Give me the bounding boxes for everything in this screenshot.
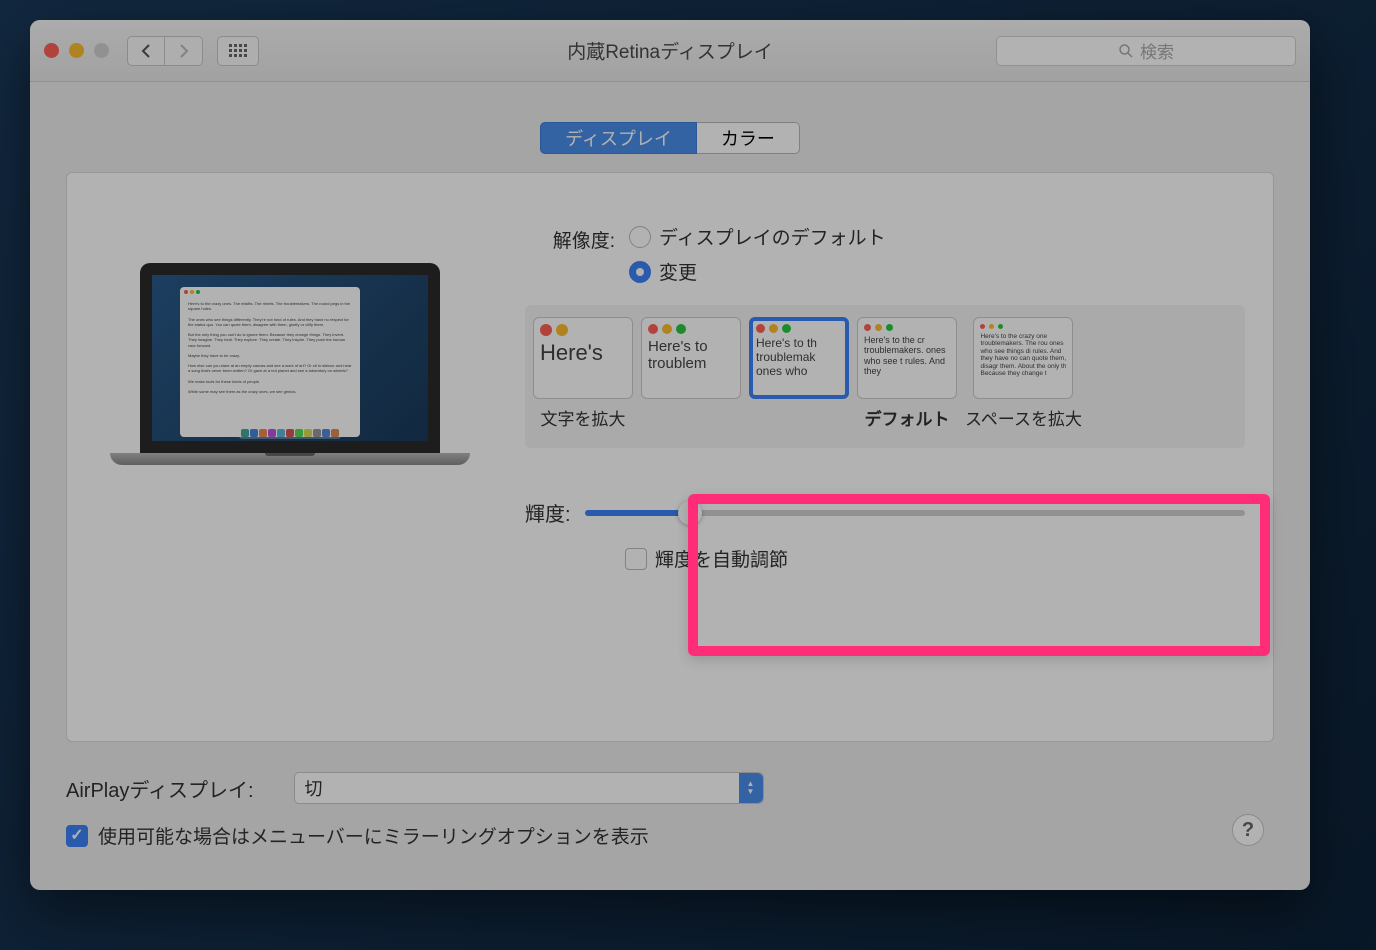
airplay-value: 切 <box>305 775 323 801</box>
minimize-button[interactable] <box>69 43 84 58</box>
airplay-select[interactable]: 切 ▲▼ <box>294 772 764 804</box>
radio-label: ディスプレイのデフォルト <box>659 223 886 250</box>
brightness-slider[interactable] <box>585 510 1245 516</box>
radio-scaled-resolution[interactable]: 変更 <box>629 258 1245 285</box>
chevron-left-icon <box>140 44 152 58</box>
slider-fill <box>585 510 691 516</box>
display-panel: Here's to the crazy ones. The misfits. T… <box>66 172 1274 742</box>
brightness-label: 輝度: <box>525 498 571 527</box>
tab-color[interactable]: カラー <box>697 122 800 154</box>
tab-bar: ディスプレイ カラー <box>66 122 1274 154</box>
radio-default-resolution[interactable]: ディスプレイのデフォルト <box>629 223 1245 250</box>
preferences-window: 内蔵Retinaディスプレイ 検索 ディスプレイ カラー Here's to t… <box>30 20 1310 890</box>
chevron-right-icon <box>178 44 190 58</box>
window-title: 内蔵Retinaディスプレイ <box>567 37 773 64</box>
airplay-label: AirPlayディスプレイ: <box>66 774 254 803</box>
tab-display[interactable]: ディスプレイ <box>540 122 697 154</box>
radio-label: 変更 <box>659 258 697 285</box>
slider-thumb[interactable] <box>678 501 702 525</box>
forward-button[interactable] <box>165 36 203 66</box>
mirroring-label: 使用可能な場合はメニューバーにミラーリングオプションを表示 <box>98 822 649 849</box>
select-arrows-icon: ▲▼ <box>739 773 763 803</box>
resolution-option-default[interactable]: Here's to the cr troublemakers. ones who… <box>857 317 957 430</box>
back-button[interactable] <box>127 36 165 66</box>
resolution-label: 解像度: <box>525 223 615 253</box>
resolution-option-3[interactable]: Here's to th troublemak ones who <box>749 317 849 405</box>
radio-button <box>629 226 651 248</box>
help-button[interactable]: ? <box>1232 814 1264 846</box>
mirroring-row[interactable]: 使用可能な場合はメニューバーにミラーリングオプションを表示 <box>66 822 1274 849</box>
resolution-option-larger-text[interactable]: Here's 文字を拡大 <box>533 317 633 430</box>
airplay-row: AirPlayディスプレイ: 切 ▲▼ <box>66 772 1274 804</box>
search-icon <box>1118 43 1134 59</box>
nav-buttons <box>127 36 203 66</box>
settings-column: 解像度: ディスプレイのデフォルト 変更 <box>525 223 1245 711</box>
laptop-illustration: Here's to the crazy ones. The misfits. T… <box>110 263 470 465</box>
resolution-option-more-space[interactable]: Here's to the crazy one troublemakers. T… <box>965 317 1082 430</box>
auto-brightness-row[interactable]: 輝度を自動調節 <box>625 545 1245 572</box>
titlebar: 内蔵Retinaディスプレイ 検索 <box>30 20 1310 82</box>
search-input[interactable]: 検索 <box>996 36 1296 66</box>
auto-brightness-checkbox[interactable] <box>625 548 647 570</box>
maximize-button[interactable] <box>94 43 109 58</box>
content-area: ディスプレイ カラー Here's to the crazy ones. The… <box>30 82 1310 869</box>
brightness-row: 輝度: <box>525 498 1245 527</box>
resolution-option-2[interactable]: Here's to troublem <box>641 317 741 405</box>
radio-button <box>629 261 651 283</box>
resolution-row: 解像度: ディスプレイのデフォルト 変更 <box>525 223 1245 293</box>
grid-icon <box>229 44 247 57</box>
close-button[interactable] <box>44 43 59 58</box>
resolution-options: Here's 文字を拡大 Here's to troublem <box>525 305 1245 448</box>
window-controls <box>44 43 109 58</box>
search-placeholder: 検索 <box>1140 38 1174 63</box>
auto-brightness-label: 輝度を自動調節 <box>655 545 788 572</box>
display-preview: Here's to the crazy ones. The misfits. T… <box>95 223 485 711</box>
mirroring-checkbox[interactable] <box>66 825 88 847</box>
show-all-button[interactable] <box>217 36 259 66</box>
